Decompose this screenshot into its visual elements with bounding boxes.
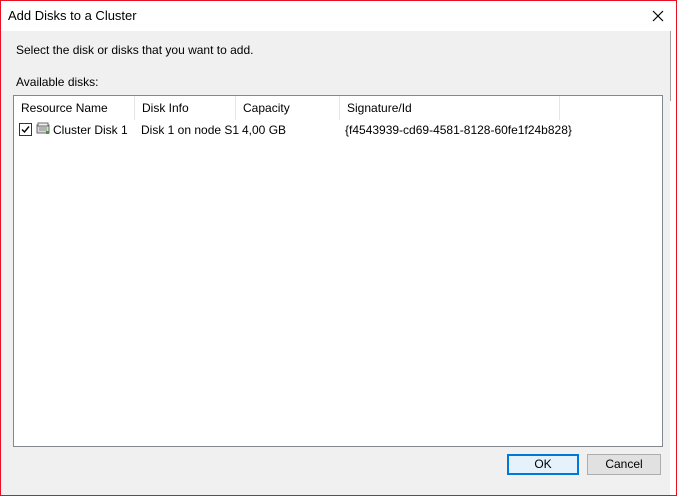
available-disks-list[interactable]: Resource Name Disk Info Capacity Signatu… [13, 95, 663, 447]
close-button[interactable] [640, 1, 676, 31]
ok-button[interactable]: OK [507, 454, 579, 475]
disk-checkbox[interactable] [19, 123, 32, 136]
cell-resource-name: Cluster Disk 1 [53, 123, 128, 137]
column-header-disk-info[interactable]: Disk Info [135, 96, 236, 120]
side-strip [670, 31, 676, 495]
column-header-resource-name[interactable]: Resource Name [14, 96, 135, 120]
cell-disk-info: Disk 1 on node S1 [141, 123, 240, 137]
column-header-capacity[interactable]: Capacity [236, 96, 340, 120]
dialog-content: Select the disk or disks that you want t… [1, 31, 670, 495]
list-header: Resource Name Disk Info Capacity Signatu… [14, 96, 662, 120]
cell-signature: {f4543939-cd69-4581-8128-60fe1f24b828} [345, 123, 572, 137]
window-title: Add Disks to a Cluster [8, 8, 137, 23]
checkmark-icon [21, 126, 30, 134]
available-disks-label: Available disks: [16, 75, 99, 89]
instruction-text: Select the disk or disks that you want t… [16, 43, 254, 57]
cancel-button[interactable]: Cancel [587, 454, 661, 475]
add-disks-dialog: Add Disks to a Cluster Select the disk o… [0, 0, 677, 496]
close-icon [652, 10, 664, 22]
cluster-disk-icon [36, 122, 50, 134]
table-row[interactable]: Cluster Disk 1 Disk 1 on node S1 4,00 GB… [14, 120, 662, 140]
side-strip-divider [670, 31, 671, 101]
column-header-signature[interactable]: Signature/Id [340, 96, 560, 120]
cell-capacity: 4,00 GB [242, 123, 287, 137]
title-bar: Add Disks to a Cluster [1, 1, 676, 31]
